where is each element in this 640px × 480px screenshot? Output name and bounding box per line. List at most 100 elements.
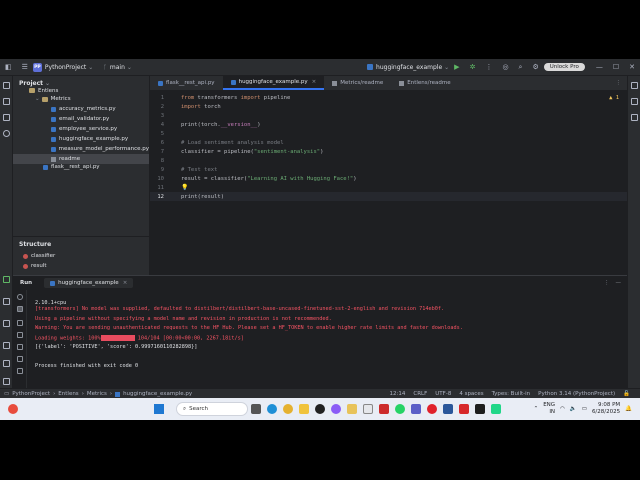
- terminal-icon[interactable]: [3, 360, 10, 367]
- project-selector[interactable]: PP PythonProject ⌄: [32, 62, 93, 72]
- run-config-selector[interactable]: huggingface_example ⌄: [367, 64, 449, 71]
- volume-icon[interactable]: 🔈: [570, 406, 577, 412]
- tree-item-accuracy-metrics[interactable]: accuracy_metrics.py: [13, 104, 149, 114]
- close-tab-icon[interactable]: ×: [123, 280, 128, 286]
- folder-icon[interactable]: [347, 404, 357, 414]
- tree-item-huggingface-example[interactable]: huggingface_example.py: [13, 134, 149, 144]
- terminal-icon[interactable]: [475, 404, 485, 414]
- python-packages-icon[interactable]: [3, 298, 10, 305]
- structure-item-result[interactable]: result: [13, 261, 149, 271]
- breadcrumb-item[interactable]: PythonProject: [12, 391, 50, 397]
- battery-icon[interactable]: ▭: [582, 406, 587, 412]
- python-interpreter[interactable]: Python 3.14 (PythonProject): [538, 391, 615, 397]
- debug-icon[interactable]: ✲: [470, 63, 476, 71]
- chevron-up-icon[interactable]: ⌃: [534, 406, 539, 412]
- more-tools-icon[interactable]: [3, 130, 10, 137]
- chrome-icon[interactable]: [283, 404, 293, 414]
- warnings-indicator[interactable]: ▲ 1: [609, 95, 619, 101]
- vcs-icon[interactable]: ▭: [4, 391, 9, 397]
- notification-bell-icon[interactable]: 🔔: [625, 406, 632, 412]
- tree-item-employee-service[interactable]: employee_service.py: [13, 124, 149, 134]
- task-view-icon[interactable]: [251, 404, 261, 414]
- more-actions-icon[interactable]: ⋮: [485, 63, 492, 71]
- copilot-icon[interactable]: [331, 404, 341, 414]
- code-text: result = classifier(: [181, 175, 248, 182]
- cursor-position[interactable]: 12:14: [390, 391, 406, 397]
- tree-item-metrics[interactable]: ⌄ Metrics: [13, 94, 149, 104]
- breadcrumb-item[interactable]: Metrics: [87, 391, 107, 397]
- close-tab-icon[interactable]: ×: [312, 79, 317, 85]
- branch-selector[interactable]: ᚴ main ⌄: [103, 64, 132, 71]
- tab-metrics-readme[interactable]: Metrics/readme: [324, 76, 391, 90]
- python-console-icon[interactable]: [3, 320, 10, 327]
- windows-menu-icon[interactable]: ◧: [5, 63, 12, 71]
- rerun-icon[interactable]: [17, 294, 23, 300]
- scroll-up-icon[interactable]: [17, 320, 23, 326]
- indent-setting[interactable]: 4 spaces: [459, 391, 483, 397]
- tree-item-email-validator[interactable]: email_validator.py: [13, 114, 149, 124]
- stop-icon[interactable]: [17, 306, 23, 312]
- language-indicator[interactable]: ENG IN: [543, 402, 555, 416]
- more-tabs-icon[interactable]: ⋮: [616, 80, 622, 86]
- tree-item-flask-rest-api[interactable]: flask__rest_api.py: [13, 164, 149, 170]
- git-icon[interactable]: [3, 378, 10, 385]
- tree-item-measure-model-performance[interactable]: measure_model_performance.py: [13, 144, 149, 154]
- taskbar-search[interactable]: ⌕ Search: [176, 402, 248, 416]
- commit-tool-icon[interactable]: [3, 98, 10, 105]
- unlock-pro-button[interactable]: Unlock Pro: [543, 63, 585, 71]
- python-file-icon: [115, 391, 121, 397]
- console-output[interactable]: 2.10.1+cpu [transformers] No model was s…: [35, 300, 463, 373]
- whatsapp-icon[interactable]: [395, 404, 405, 414]
- settings-gear-icon[interactable]: ⚙: [532, 63, 538, 71]
- minimize-icon[interactable]: —: [596, 63, 603, 71]
- hamburger-menu-icon[interactable]: ☰: [22, 63, 28, 71]
- minimize-panel-icon[interactable]: —: [616, 280, 622, 286]
- word-icon[interactable]: [443, 404, 453, 414]
- lightbulb-icon[interactable]: 💡: [181, 184, 188, 191]
- code-comment: # Test text: [181, 166, 218, 173]
- pycharm-icon[interactable]: [491, 404, 501, 414]
- run-icon[interactable]: ▶: [454, 63, 459, 71]
- file-explorer-icon[interactable]: [299, 404, 309, 414]
- tree-item-entlens[interactable]: Entlens: [13, 87, 149, 94]
- problems-icon[interactable]: [3, 342, 10, 349]
- tab-huggingface-example[interactable]: huggingface_example.py ×: [222, 76, 325, 90]
- search-icon[interactable]: ⌕: [519, 63, 523, 72]
- breadcrumb-item[interactable]: huggingface_example.py: [123, 391, 192, 397]
- start-icon[interactable]: [154, 404, 164, 414]
- types-setting[interactable]: Types: Built-in: [492, 391, 531, 397]
- run-tab-huggingface-example[interactable]: huggingface_example ×: [44, 278, 134, 288]
- tab-flask-rest-api[interactable]: flask__rest_api.py: [150, 76, 223, 90]
- structure-tool-icon[interactable]: [3, 114, 10, 121]
- ai-chat-icon[interactable]: [631, 114, 638, 121]
- media-player-icon[interactable]: [363, 404, 373, 414]
- database-icon[interactable]: [631, 98, 638, 105]
- clear-icon[interactable]: [17, 368, 23, 374]
- app-red-icon[interactable]: [379, 404, 389, 414]
- run-tool-icon[interactable]: [3, 276, 10, 283]
- teams-icon[interactable]: [411, 404, 421, 414]
- print-icon[interactable]: [17, 356, 23, 362]
- line-separator[interactable]: CRLF: [413, 391, 427, 397]
- tree-item-readme[interactable]: readme: [13, 154, 149, 164]
- breadcrumb-item[interactable]: Entlens: [58, 391, 78, 397]
- ai-assistant-icon[interactable]: ◎: [502, 63, 508, 71]
- file-encoding[interactable]: UTF-8: [435, 391, 451, 397]
- github-icon[interactable]: [315, 404, 325, 414]
- lock-icon[interactable]: 🔓: [623, 391, 630, 397]
- clock[interactable]: 9:08 PM 6/28/2025: [592, 402, 620, 416]
- soft-wrap-icon[interactable]: [17, 344, 23, 350]
- wifi-icon[interactable]: ◠: [560, 406, 565, 412]
- maximize-icon[interactable]: ☐: [613, 63, 619, 71]
- opera-icon[interactable]: [427, 404, 437, 414]
- notifications-icon[interactable]: [631, 82, 638, 89]
- close-icon[interactable]: ✕: [629, 63, 635, 71]
- structure-item-classifier[interactable]: classifier: [13, 251, 149, 261]
- more-options-icon[interactable]: ⋮: [604, 280, 610, 286]
- project-tool-icon[interactable]: [3, 82, 10, 89]
- tab-entlens-readme[interactable]: Entlens/readme: [391, 76, 458, 90]
- pdf-icon[interactable]: [459, 404, 469, 414]
- scroll-down-icon[interactable]: [17, 332, 23, 338]
- edge-icon[interactable]: [267, 404, 277, 414]
- weather-icon[interactable]: [8, 404, 18, 414]
